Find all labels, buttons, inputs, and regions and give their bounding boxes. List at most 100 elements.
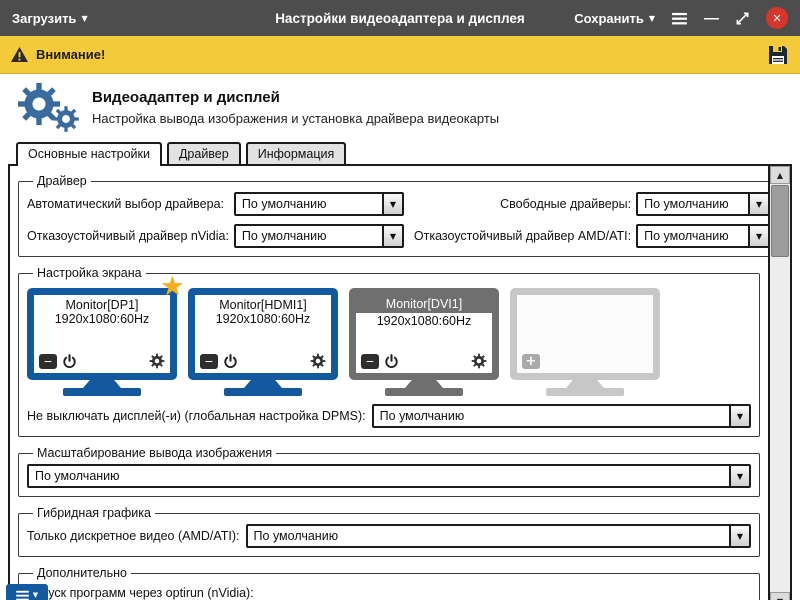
monitor-stand <box>244 380 282 388</box>
failsafe-nvidia-label: Отказоустойчивый драйвер nVidia: <box>27 229 229 243</box>
monitor-settings-gear-icon[interactable] <box>471 353 487 369</box>
disable-monitor-button[interactable]: − <box>200 354 218 369</box>
add-monitor-button[interactable]: + <box>522 354 540 369</box>
monitor-name: Monitor[HDMI1] <box>195 295 331 312</box>
scroll-up-button[interactable]: ▲ <box>770 166 790 184</box>
monitor-settings-gear-icon[interactable] <box>149 353 165 369</box>
tab-bar: Основные настройки Драйвер Информация <box>0 140 800 164</box>
monitor-actions: − <box>195 352 331 373</box>
save-button[interactable]: Сохранить ▼ <box>574 11 655 26</box>
monitor-actions: − <box>34 352 170 373</box>
hamburger-icon <box>16 590 29 600</box>
gear-small-icon <box>52 105 80 133</box>
monitor-hdmi1[interactable]: Monitor[HDMI1] 1920x1080:60Hz − <box>188 288 338 396</box>
monitor-actions: − <box>356 352 492 373</box>
maximize-button[interactable] <box>735 11 750 26</box>
group-scaling-title: Масштабирование вывода изображения <box>33 446 276 460</box>
floppy-disk-icon <box>766 43 790 67</box>
plus-icon: + <box>526 355 537 368</box>
failsafe-amd-select[interactable]: По умолчанию ▼ <box>636 224 770 248</box>
dropdown-arrow-icon: ▼ <box>382 194 402 214</box>
failsafe-nvidia-select[interactable]: По умолчанию ▼ <box>234 224 404 248</box>
chevron-down-icon: ▼ <box>81 14 87 23</box>
power-icon[interactable] <box>384 354 399 369</box>
optirun-label: Запуск программ через optirun (nVidia): <box>27 586 751 600</box>
warning-label: Внимание! <box>36 47 105 62</box>
dropdown-arrow-icon: ▼ <box>748 194 768 214</box>
discrete-video-label: Только дискретное видео (AMD/ATI): <box>27 529 240 543</box>
dropdown-arrow-icon: ▼ <box>729 406 749 426</box>
dpms-row: Не выключать дисплей(-и) (глобальная нас… <box>27 404 751 428</box>
monitor-screen: Monitor[DVI1] 1920x1080:60Hz − <box>349 288 499 380</box>
group-additional: Дополнительно Запуск программ через opti… <box>18 566 760 600</box>
close-button[interactable]: ✕ <box>766 7 788 29</box>
monitor-dvi1[interactable]: Monitor[DVI1] 1920x1080:60Hz − <box>349 288 499 396</box>
monitor-base <box>63 388 141 396</box>
minimize-button[interactable]: — <box>704 11 719 26</box>
monitor-row: ★ Monitor[DP1] 1920x1080:60Hz − <box>27 288 751 396</box>
group-scaling: Масштабирование вывода изображения По ум… <box>18 446 760 497</box>
bottom-menu-button[interactable]: ▼ <box>6 584 48 600</box>
auto-driver-label: Автоматический выбор драйвера: <box>27 197 229 211</box>
vertical-scrollbar[interactable]: ▲ ▼ <box>768 166 790 600</box>
tab-main-settings[interactable]: Основные настройки <box>16 142 162 166</box>
disable-monitor-button[interactable]: − <box>39 354 57 369</box>
free-drivers-select[interactable]: По умолчанию ▼ <box>636 192 770 216</box>
monitor-resolution: 1920x1080:60Hz <box>34 312 170 326</box>
primary-star-icon: ★ <box>161 274 184 300</box>
monitor-screen: Monitor[HDMI1] 1920x1080:60Hz − <box>188 288 338 380</box>
monitor-resolution: 1920x1080:60Hz <box>195 312 331 326</box>
monitor-resolution: 1920x1080:60Hz <box>356 314 492 328</box>
dropdown-arrow-icon: ▼ <box>748 226 768 246</box>
save-to-file-button[interactable] <box>766 43 790 67</box>
discrete-video-select[interactable]: По умолчанию ▼ <box>246 524 751 548</box>
dropdown-arrow-icon: ▼ <box>382 226 402 246</box>
monitor-settings-gear-icon[interactable] <box>310 353 326 369</box>
group-screen-title: Настройка экрана <box>33 266 146 280</box>
scroll-up-icon: ▲ <box>777 171 783 180</box>
hamburger-icon <box>671 12 688 25</box>
page-header-text: Видеоадаптер и дисплей Настройка вывода … <box>92 89 499 126</box>
warning-message: Внимание! <box>10 46 105 63</box>
scroll-down-button[interactable]: ▼ <box>770 592 790 600</box>
dropdown-arrow-icon: ▼ <box>729 466 749 486</box>
dropdown-arrow-icon: ▼ <box>729 526 749 546</box>
dpms-select[interactable]: По умолчанию ▼ <box>372 404 751 428</box>
titlebar: Загрузить ▼ Настройки видеоадаптера и ди… <box>0 0 800 36</box>
minus-icon: − <box>204 356 213 367</box>
expand-icon <box>735 11 750 26</box>
dpms-label: Не выключать дисплей(-и) (глобальная нас… <box>27 409 366 423</box>
chevron-down-icon: ▼ <box>33 591 38 599</box>
tab-information[interactable]: Информация <box>246 142 347 164</box>
titlebar-controls: Сохранить ▼ — ✕ <box>574 7 788 29</box>
power-icon[interactable] <box>62 354 77 369</box>
monitor-name: Monitor[DP1] <box>34 295 170 312</box>
save-button-label: Сохранить <box>574 11 644 26</box>
scroll-down-icon: ▼ <box>777 597 783 600</box>
app-window: Загрузить ▼ Настройки видеоадаптера и ди… <box>0 0 800 600</box>
auto-driver-select[interactable]: По умолчанию ▼ <box>234 192 404 216</box>
warning-bar: Внимание! <box>0 36 800 74</box>
scrollbar-thumb[interactable] <box>771 185 789 257</box>
tab-driver[interactable]: Драйвер <box>167 142 241 164</box>
load-button[interactable]: Загрузить ▼ <box>12 11 88 26</box>
settings-panel: Драйвер Автоматический выбор драйвера: П… <box>8 164 792 600</box>
page-header: Видеоадаптер и дисплей Настройка вывода … <box>0 74 800 140</box>
disable-monitor-button[interactable]: − <box>361 354 379 369</box>
close-icon: ✕ <box>772 12 781 25</box>
group-hybrid-title: Гибридная графика <box>33 506 155 520</box>
monitor-actions: + <box>517 353 653 373</box>
warning-triangle-icon <box>10 46 29 63</box>
monitor-base <box>224 388 302 396</box>
monitor-add-slot[interactable]: + <box>510 288 660 396</box>
failsafe-amd-label: Отказоустойчивый драйвер AMD/ATI: <box>414 229 631 243</box>
monitor-dp1[interactable]: ★ Monitor[DP1] 1920x1080:60Hz − <box>27 288 177 396</box>
group-screen: Настройка экрана ★ Monitor[DP1] 1920x108… <box>18 266 760 437</box>
page-title: Видеоадаптер и дисплей <box>92 89 499 106</box>
scaling-select[interactable]: По умолчанию ▼ <box>27 464 751 488</box>
group-driver: Драйвер Автоматический выбор драйвера: П… <box>18 174 779 257</box>
power-icon[interactable] <box>223 354 238 369</box>
monitor-stand <box>405 380 443 388</box>
monitor-screen: Monitor[DP1] 1920x1080:60Hz − <box>27 288 177 380</box>
menu-button[interactable] <box>671 12 688 25</box>
